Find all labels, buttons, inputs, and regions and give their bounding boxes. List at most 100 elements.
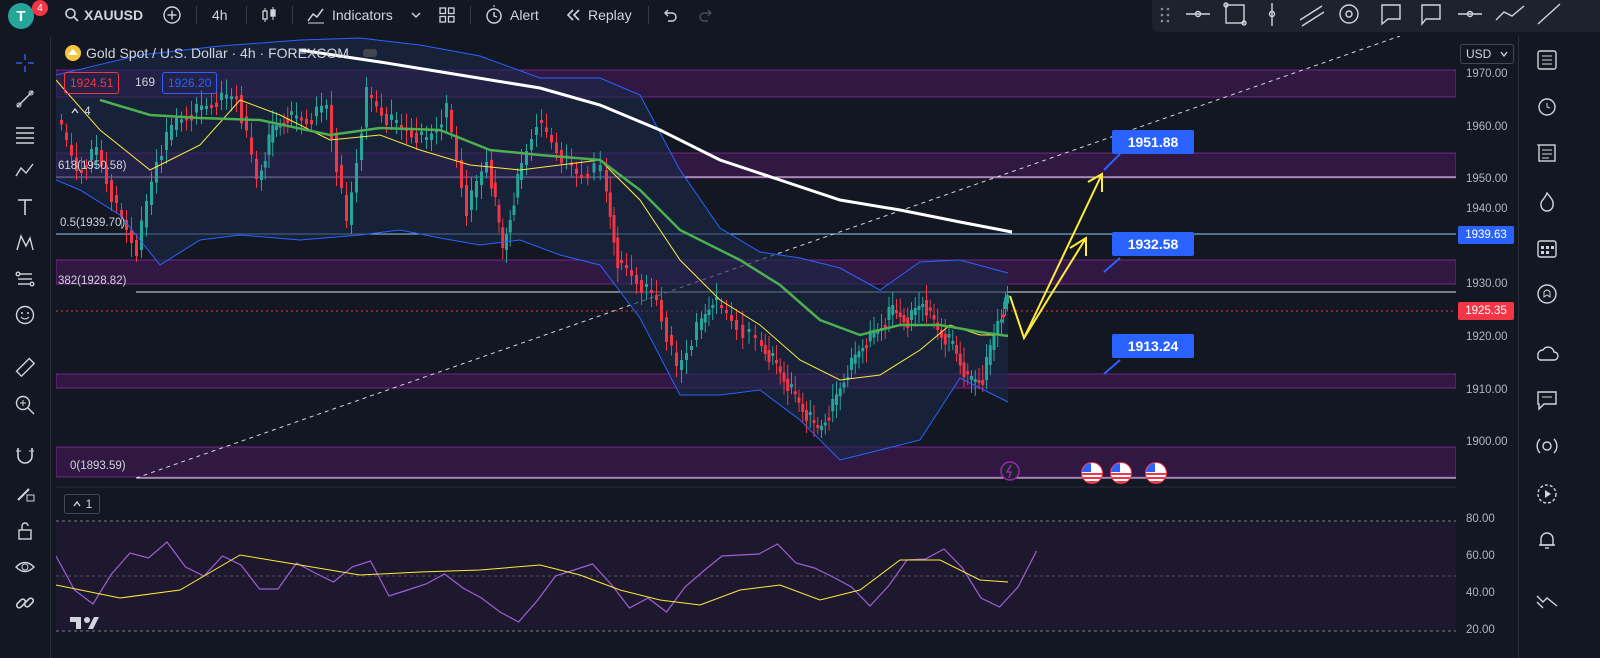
spread-value: 169 [135, 75, 156, 89]
path-icon[interactable] [1495, 5, 1525, 21]
candle-body [490, 160, 493, 189]
layout-button[interactable] [438, 0, 456, 30]
trend-icon[interactable] [1533, 586, 1561, 614]
currency-select[interactable]: USD [1460, 44, 1514, 64]
ideas-icon[interactable] [1533, 280, 1561, 308]
target-callout-1913[interactable]: 1913.24 [1112, 334, 1194, 358]
emoji-icon[interactable] [12, 302, 38, 328]
candle-body [823, 422, 827, 426]
eye-icon[interactable] [12, 554, 38, 580]
candle-body [630, 270, 633, 276]
undo-button[interactable] [662, 0, 678, 30]
fib-icon[interactable] [12, 122, 38, 148]
candle-body [150, 181, 153, 205]
us-flag-icon[interactable] [1081, 462, 1103, 484]
candle-body [650, 290, 653, 293]
candle-body [350, 192, 353, 225]
candle-body [827, 417, 831, 421]
us-flag-icon[interactable] [1110, 462, 1132, 484]
candle-body [497, 205, 501, 223]
comment-icon[interactable] [1381, 4, 1401, 26]
calendar-icon[interactable] [1533, 234, 1561, 262]
pattern-icon[interactable] [12, 158, 38, 184]
candle-body [820, 425, 823, 430]
legend-collapse-button[interactable] [362, 49, 377, 57]
alert-button[interactable]: Alert [484, 0, 539, 30]
ray-icon[interactable] [1537, 3, 1561, 25]
price-range-icon[interactable] [1458, 10, 1482, 18]
candle-body [861, 348, 865, 352]
candle-body [175, 118, 178, 130]
alert-bell-icon[interactable] [1533, 526, 1561, 554]
news-icon[interactable] [1533, 340, 1561, 368]
candle-body [375, 101, 378, 107]
xabcd-icon[interactable] [12, 230, 38, 256]
candle-body [790, 384, 793, 388]
parallel-channel-icon[interactable] [1299, 5, 1325, 27]
indicators-button[interactable]: Indicators [306, 0, 393, 30]
text-icon[interactable] [12, 194, 38, 220]
alarm-clock-icon [486, 5, 502, 24]
candle-body [725, 310, 728, 313]
candle-body [675, 352, 678, 366]
candle-body [831, 399, 835, 412]
us-flag-icon[interactable] [1145, 462, 1167, 484]
compare-button[interactable] [162, 0, 182, 30]
playback-icon[interactable] [1533, 480, 1561, 508]
candle-body [921, 304, 925, 307]
redo-button[interactable] [698, 0, 714, 30]
candle-body [947, 334, 951, 338]
hotlist-icon[interactable] [1533, 188, 1561, 216]
price-tick: 1970.00 [1466, 68, 1508, 80]
rsi-legend[interactable]: 1 [64, 494, 100, 514]
horizontal-ray-icon[interactable] [1186, 10, 1210, 18]
current-price-marker[interactable]: 1925.35 [1458, 302, 1514, 320]
right-sidebar [1518, 36, 1600, 658]
candle-body [665, 317, 668, 342]
data-window-icon[interactable] [1533, 138, 1561, 166]
candle-body [996, 321, 1000, 335]
chat-icon[interactable] [1533, 386, 1561, 414]
zoom-in-icon[interactable] [12, 392, 38, 418]
ruler-icon[interactable] [12, 354, 38, 380]
trendline-icon[interactable] [12, 86, 38, 112]
user-avatar[interactable]: T [8, 3, 34, 29]
redo-icon [699, 9, 712, 22]
indicator-templates-button[interactable] [410, 0, 422, 30]
candle-body [838, 388, 842, 397]
target-callout-1932[interactable]: 1932.58 [1112, 232, 1194, 256]
alarm-icon[interactable] [1533, 92, 1561, 120]
bid-price[interactable]: 1924.51 [64, 72, 120, 94]
watchlist-icon[interactable] [1533, 46, 1561, 74]
price-chart[interactable] [56, 36, 1456, 658]
signals-icon[interactable] [1533, 432, 1561, 460]
candle-body [345, 195, 348, 221]
magnet-icon[interactable] [12, 442, 38, 468]
rectangle-icon[interactable] [1223, 2, 1247, 26]
fib-label-382: 382(1928.82) [58, 275, 127, 287]
link-icon[interactable] [12, 590, 38, 616]
projection-arrow [1009, 172, 1103, 341]
cycle-icon[interactable] [1339, 4, 1359, 24]
lock-icon[interactable] [12, 518, 38, 544]
candle-body [180, 119, 183, 123]
crosshair-icon[interactable] [12, 50, 38, 76]
chevron-down-icon [411, 12, 421, 18]
interval-label: 4h [212, 7, 228, 23]
candle-body [970, 376, 973, 380]
price-marker-1939[interactable]: 1939.63 [1458, 226, 1514, 244]
replay-button[interactable]: Replay [564, 0, 632, 30]
target-callout-1951[interactable]: 1951.88 [1112, 130, 1194, 154]
vertical-line-icon[interactable] [1268, 3, 1276, 26]
symbol-search-button[interactable]: XAUUSD [64, 0, 143, 30]
forecast-icon[interactable] [12, 266, 38, 292]
candle-body [786, 378, 790, 391]
candle-body [195, 104, 198, 113]
callout-icon[interactable] [1421, 4, 1441, 26]
indicators-label: Indicators [332, 7, 393, 23]
chart-type-button[interactable] [260, 0, 278, 30]
pencil-lock-icon[interactable] [12, 480, 38, 506]
interval-button[interactable]: 4h [212, 0, 228, 30]
indicators-toggle[interactable]: 4 [70, 104, 91, 118]
ask-price[interactable]: 1926.20 [162, 72, 218, 94]
